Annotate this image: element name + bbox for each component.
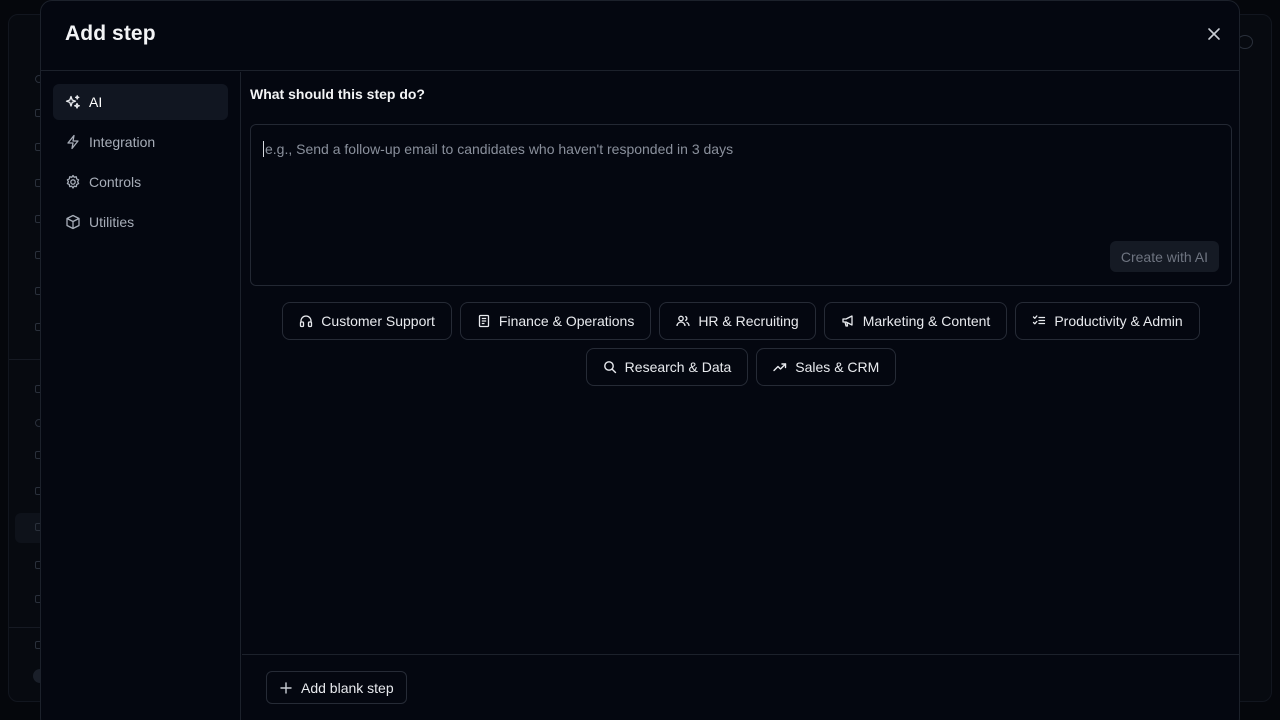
category-chips: Customer Support Finance & Operations HR…	[250, 302, 1232, 386]
sparkles-icon	[65, 95, 80, 109]
modal-title: Add step	[65, 22, 156, 45]
prompt-label: What should this step do?	[250, 86, 425, 102]
sidebar-item-label: AI	[89, 94, 103, 110]
category-chip-research[interactable]: Research & Data	[585, 348, 749, 386]
chip-label: Marketing & Content	[862, 313, 991, 329]
add-blank-step-button[interactable]: Add blank step	[266, 671, 407, 704]
close-icon	[1208, 28, 1220, 40]
megaphone-icon	[842, 315, 853, 327]
category-chip-productivity[interactable]: Productivity & Admin	[1015, 302, 1200, 340]
headphones-icon	[300, 315, 313, 328]
cube-icon	[66, 214, 80, 230]
gear-icon	[66, 174, 80, 189]
sidebar-item-utilities[interactable]: Utilities	[53, 204, 228, 240]
checklist-icon	[1033, 315, 1046, 325]
prompt-placeholder: e.g., Send a follow-up email to candidat…	[263, 141, 734, 157]
chip-label: Customer Support	[321, 313, 435, 329]
chip-label: HR & Recruiting	[698, 313, 799, 329]
sidebar-item-label: Integration	[89, 134, 156, 150]
chip-label: Sales & CRM	[795, 359, 880, 375]
sidebar-item-ai[interactable]: AI	[53, 84, 228, 120]
category-chip-customer-support[interactable]: Customer Support	[282, 302, 452, 340]
category-chip-finance[interactable]: Finance & Operations	[459, 302, 652, 340]
chip-label: Finance & Operations	[498, 313, 635, 329]
create-with-ai-button[interactable]: Create with AI	[1109, 241, 1219, 272]
add-step-modal: Add step AI Integration Controls Utiliti…	[40, 0, 1240, 720]
add-blank-step-label: Add blank step	[301, 679, 394, 696]
category-chip-sales[interactable]: Sales & CRM	[756, 348, 897, 386]
trending-up-icon	[773, 363, 787, 372]
sidebar-item-label: Utilities	[89, 214, 135, 230]
step-type-sidebar: AI Integration Controls Utilities	[41, 72, 241, 720]
receipt-icon	[478, 314, 490, 328]
category-chip-hr[interactable]: HR & Recruiting	[659, 302, 816, 340]
sidebar-item-controls[interactable]: Controls	[53, 164, 228, 200]
lightning-icon	[67, 134, 79, 150]
prompt-textarea[interactable]: e.g., Send a follow-up email to candidat…	[250, 124, 1232, 286]
users-icon	[676, 315, 690, 327]
category-chip-marketing[interactable]: Marketing & Content	[823, 302, 1008, 340]
modal-header: Add step	[41, 1, 1239, 71]
plus-icon	[280, 681, 292, 694]
ai-step-panel: What should this step do? e.g., Send a f…	[242, 72, 1239, 720]
chip-label: Research & Data	[624, 359, 732, 375]
chip-label: Productivity & Admin	[1054, 313, 1183, 329]
close-button[interactable]	[1203, 23, 1225, 45]
sidebar-item-label: Controls	[89, 174, 142, 190]
modal-footer: Add blank step	[242, 654, 1239, 720]
search-icon	[603, 361, 616, 374]
sidebar-item-integration[interactable]: Integration	[53, 124, 228, 160]
